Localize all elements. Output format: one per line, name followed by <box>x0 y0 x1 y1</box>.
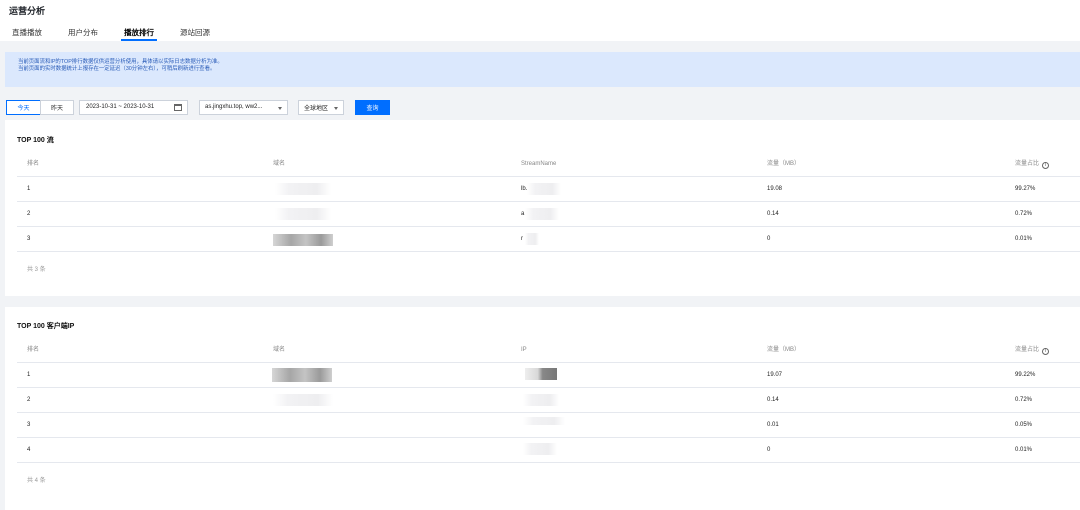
redacted-domain <box>272 368 332 382</box>
domain-select[interactable]: as.jingxhu.top, ww2... <box>199 99 288 115</box>
date-range-value: 2023-10-31 ~ 2023-10-31 <box>86 104 155 110</box>
redacted-ip <box>525 368 557 380</box>
chevron-down-icon <box>278 106 282 110</box>
row-stream: a <box>521 211 525 217</box>
row-rank: 3 <box>27 236 31 242</box>
row-share: 0.01% <box>1015 236 1033 242</box>
top-header: 运营分析 直播播放 用户分布 播放排行 源站回源 <box>0 0 1080 41</box>
top-streams-card: TOP 100 流 排名 域名 StreamName 流量（MB） 流量占比 i … <box>5 120 1080 296</box>
row-traffic: 0 <box>767 447 771 453</box>
row-share: 0.72% <box>1015 211 1033 217</box>
top-ips-title: TOP 100 客户端IP <box>17 323 75 330</box>
row-traffic: 0.14 <box>767 397 779 403</box>
row-rank: 2 <box>27 397 31 403</box>
filter-bar: 今天 昨天 2023-10-31 ~ 2023-10-31 as.jingxhu… <box>6 99 1080 115</box>
redacted-domain <box>273 234 333 246</box>
tab-origin-pull[interactable]: 源站回源 <box>177 27 213 41</box>
table-total: 共 3 条 <box>27 267 46 273</box>
table-row: 2 a 0.14 0.72% <box>17 202 1080 227</box>
info-icon[interactable]: i <box>1042 348 1050 355</box>
region-select[interactable]: 全球地区 <box>298 99 344 115</box>
domain-select-value: as.jingxhu.top, ww2... <box>205 104 263 110</box>
row-rank: 3 <box>27 422 31 428</box>
table-total: 共 4 条 <box>27 478 46 484</box>
table-row: 4 0 0.01% <box>17 438 1080 463</box>
tab-bar: 直播播放 用户分布 播放排行 源站回源 <box>9 27 1071 41</box>
row-rank: 4 <box>27 447 31 453</box>
redacted-domain <box>275 183 331 195</box>
row-traffic: 0 <box>767 236 771 242</box>
redacted-stream <box>525 233 539 245</box>
date-range-picker[interactable]: 2023-10-31 ~ 2023-10-31 <box>79 99 188 115</box>
notice-banner: 当前页面流和IP的TOP排行数据仅供运营分析使用，具体请以实际日志数据分析为准。… <box>5 52 1080 87</box>
top-streams-title: TOP 100 流 <box>17 137 54 144</box>
redacted-domain <box>275 208 331 220</box>
info-icon[interactable]: i <box>1042 162 1050 169</box>
header-ip: IP <box>521 347 527 353</box>
table-row: 1 lb. 19.08 99.27% <box>17 177 1080 202</box>
tab-live-playback[interactable]: 直播播放 <box>9 27 45 41</box>
query-button[interactable]: 查询 <box>355 99 390 115</box>
redacted-stream <box>525 208 559 220</box>
row-rank: 1 <box>27 186 31 192</box>
calendar-icon <box>174 103 182 111</box>
row-share: 99.22% <box>1015 372 1036 378</box>
chevron-down-icon <box>334 106 338 110</box>
table-row: 3 r 0 0.01% <box>17 227 1080 252</box>
tab-user-distribution[interactable]: 用户分布 <box>65 27 101 41</box>
header-share: 流量占比 i <box>1015 347 1050 355</box>
row-share: 99.27% <box>1015 186 1036 192</box>
top-ips-card: TOP 100 客户端IP 排名 域名 IP 流量（MB） 流量占比 i 1 19… <box>5 307 1080 510</box>
table-row: 2 0.14 0.72% <box>17 388 1080 413</box>
row-traffic: 0.14 <box>767 211 779 217</box>
header-streamname: StreamName <box>521 161 557 167</box>
header-share: 流量占比 i <box>1015 161 1050 169</box>
header-share-label: 流量占比 <box>1015 161 1040 167</box>
row-share: 0.05% <box>1015 422 1033 428</box>
notice-line-2: 当前页面的实时数据统计上报存在一定延迟（30分钟左右），可稍后刷新进行查看。 <box>18 66 216 72</box>
redacted-domain <box>273 394 333 406</box>
header-rank: 排名 <box>27 347 40 353</box>
region-select-value: 全球地区 <box>304 105 329 112</box>
row-share: 0.72% <box>1015 397 1033 403</box>
header-domain: 域名 <box>273 347 286 353</box>
tab-playback-ranking[interactable]: 播放排行 <box>121 27 157 41</box>
header-traffic: 流量（MB） <box>767 161 801 167</box>
top-streams-header-row: 排名 域名 StreamName 流量（MB） 流量占比 i <box>17 152 1080 177</box>
header-traffic: 流量（MB） <box>767 347 801 353</box>
redacted-ip <box>523 394 559 406</box>
redacted-ip <box>523 417 565 425</box>
header-rank: 排名 <box>27 161 40 167</box>
row-rank: 1 <box>27 372 31 378</box>
table-row: 1 19.07 99.22% <box>17 363 1080 388</box>
row-rank: 2 <box>27 211 31 217</box>
redacted-ip <box>523 443 557 455</box>
yesterday-button[interactable]: 昨天 <box>40 99 74 115</box>
top-ips-header-row: 排名 域名 IP 流量（MB） 流量占比 i <box>17 338 1080 363</box>
row-share: 0.01% <box>1015 447 1033 453</box>
row-traffic: 19.08 <box>767 186 783 192</box>
page-title: 运营分析 <box>9 6 46 16</box>
redacted-stream <box>527 183 561 195</box>
table-row: 3 0.01 0.05% <box>17 413 1080 438</box>
header-domain: 域名 <box>273 161 286 167</box>
notice-line-1: 当前页面流和IP的TOP排行数据仅供运营分析使用，具体请以实际日志数据分析为准。 <box>18 59 223 65</box>
row-stream: r <box>521 236 523 242</box>
row-traffic: 19.07 <box>767 372 783 378</box>
row-traffic: 0.01 <box>767 422 779 428</box>
header-share-label: 流量占比 <box>1015 347 1040 353</box>
today-button[interactable]: 今天 <box>6 99 41 115</box>
